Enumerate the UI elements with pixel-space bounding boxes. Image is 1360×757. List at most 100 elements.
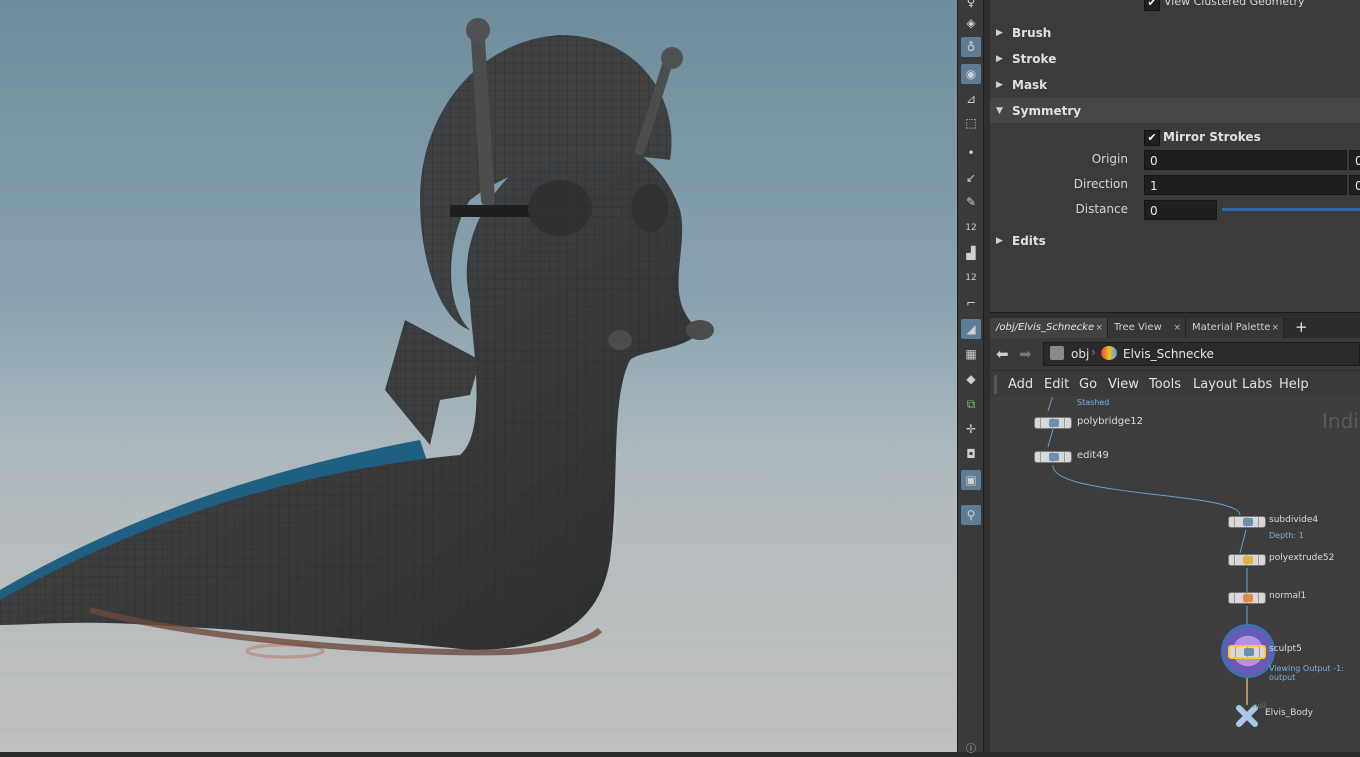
parameter-panel: ✔ View Clustered Geometry ▶ Brush ▶ Stroke… <box>990 0 1360 312</box>
folder-edits[interactable]: ▶ Edits <box>990 228 1360 253</box>
folder-brush[interactable]: ▶ Brush <box>990 20 1360 45</box>
menu-labs[interactable]: Labs <box>1242 377 1272 392</box>
path-obj[interactable]: obj <box>1071 347 1089 361</box>
distance-field[interactable]: 0 <box>1144 200 1217 220</box>
forward-arrow-icon[interactable]: ➡ <box>1019 345 1032 363</box>
path-current[interactable]: Elvis_Schnecke <box>1123 347 1214 361</box>
sculpt-tool-icon[interactable]: ◢ <box>961 319 981 339</box>
layers-icon[interactable]: ◆ <box>961 369 981 389</box>
network-menu-bar: Add Edit Go View Tools Layout Labs Help <box>990 370 1360 398</box>
checker-icon[interactable]: ▦ <box>961 344 981 364</box>
distance-label: Distance <box>1075 202 1128 216</box>
collapse-icon: ▼ <box>996 105 1003 116</box>
menu-edit[interactable]: Edit <box>1044 377 1069 392</box>
pane-tabs: /obj/Elvis_Schnecke × Tree View × Material… <box>990 318 1360 338</box>
paint-icon[interactable]: ▟ <box>961 243 981 263</box>
camera-icon[interactable]: ◉ <box>961 64 981 84</box>
bulb-icon[interactable]: ♁ <box>961 37 981 57</box>
tab-material-palette[interactable]: Material Palette × <box>1186 318 1284 338</box>
node-icon <box>1049 419 1059 427</box>
node-label: sculpt5 <box>1269 644 1302 654</box>
view-tool-icon[interactable]: ⊿ <box>961 89 981 109</box>
node-sculpt[interactable] <box>1228 645 1266 659</box>
node-label: subdivide4 <box>1269 515 1319 525</box>
node-normal[interactable] <box>1228 592 1266 604</box>
stop-icon[interactable]: ◘ <box>961 444 981 464</box>
origin-x-field[interactable]: 0 <box>1144 150 1347 170</box>
number-tool-2-icon[interactable]: 12 <box>961 268 981 288</box>
node-subdivide[interactable] <box>1228 516 1266 528</box>
number-label-2: 12 <box>965 273 977 283</box>
number-label: 12 <box>965 223 977 233</box>
tab-label: Tree View <box>1114 322 1162 333</box>
menu-add[interactable]: Add <box>1008 377 1033 392</box>
info-icon[interactable]: ⓘ <box>961 737 981 757</box>
number-tool-icon[interactable]: 12 <box>961 218 981 238</box>
path-field[interactable]: obj › Elvis_Schnecke <box>1043 342 1360 366</box>
stashed-label: Stashed <box>1077 398 1110 407</box>
origin-label: Origin <box>1091 152 1128 166</box>
expand-icon: ▶ <box>996 27 1003 38</box>
folder-label: Edits <box>1012 233 1046 248</box>
curve-icon[interactable]: ⌐ <box>961 293 981 313</box>
tab-label: /obj/Elvis_Schnecke <box>996 322 1095 333</box>
3d-viewport[interactable] <box>0 0 957 752</box>
path-bar: ⬅ ➡ obj › Elvis_Schnecke <box>990 338 1360 370</box>
folder-label: Symmetry <box>1012 103 1082 118</box>
menu-view[interactable]: View <box>1108 377 1139 392</box>
node-comment: Depth: 1 <box>1269 531 1304 540</box>
distance-slider[interactable] <box>1222 208 1360 211</box>
folder-stroke[interactable]: ▶ Stroke <box>990 46 1360 71</box>
direction-label: Direction <box>1073 177 1128 191</box>
node-edit[interactable] <box>1034 451 1072 463</box>
select-tool-icon[interactable]: ⬚ <box>961 113 981 133</box>
view-clustered-label: View Clustered Geometry <box>1164 0 1305 8</box>
menu-grip <box>994 375 997 394</box>
pen-icon[interactable]: ✎ <box>961 192 981 212</box>
pin-icon[interactable]: ⚲ <box>961 505 981 525</box>
separator-icon: › <box>1091 345 1096 359</box>
close-icon[interactable]: × <box>1095 318 1103 338</box>
node-polybridge[interactable] <box>1034 417 1072 429</box>
expand-icon: ▶ <box>996 235 1003 246</box>
point-icon[interactable]: • <box>961 143 981 163</box>
direction-x-field[interactable]: 1 <box>1144 175 1347 195</box>
tab-network[interactable]: /obj/Elvis_Schnecke × <box>990 318 1108 338</box>
node-label: polyextrude52 <box>1269 553 1335 563</box>
folder-label: Stroke <box>1012 51 1057 66</box>
obj-icon <box>1050 346 1064 360</box>
view-clustered-checkbox[interactable]: ✔ <box>1144 0 1160 11</box>
network-editor[interactable]: Indi Stashed polybridge12 edit49 subdivi… <box>990 397 1360 752</box>
tab-tree-view[interactable]: Tree View × <box>1108 318 1186 338</box>
direction-y-field[interactable]: 0 <box>1349 175 1360 195</box>
image-icon[interactable]: ▣ <box>961 470 981 490</box>
light-icon[interactable]: ♀ <box>961 0 981 12</box>
back-arrow-icon[interactable]: ⬅ <box>996 345 1009 363</box>
handle-icon[interactable]: ◈ <box>961 13 981 33</box>
menu-tools[interactable]: Tools <box>1149 377 1181 392</box>
node-icon <box>1244 648 1254 656</box>
menu-go[interactable]: Go <box>1079 377 1097 392</box>
close-icon[interactable]: × <box>1173 318 1181 338</box>
node-label: Elvis_Body <box>1265 708 1313 718</box>
brush-small-icon[interactable]: ↙ <box>961 168 981 188</box>
uv-icon[interactable]: ⧉ <box>961 394 981 414</box>
folder-symmetry[interactable]: ▼ Symmetry <box>990 98 1360 123</box>
tool-shelf: ♀ ◈ ♁ ◉ ⊿ ⬚ • ↙ ✎ 12 ▟ 12 ⌐ ◢ ▦ ◆ ⧉ ✛ ◘ … <box>957 0 985 755</box>
close-icon[interactable]: × <box>1271 318 1279 338</box>
node-polyextrude[interactable] <box>1228 554 1266 566</box>
node-icon <box>1243 594 1253 602</box>
add-tab-button[interactable]: + <box>1295 318 1308 336</box>
expand-icon: ▶ <box>996 79 1003 90</box>
menu-help[interactable]: Help <box>1279 377 1309 392</box>
snail-model <box>0 18 714 659</box>
menu-layout[interactable]: Layout <box>1193 377 1237 392</box>
tab-label: Material Palette <box>1192 322 1271 333</box>
node-type-label: null <box>1253 702 1266 710</box>
origin-y-field[interactable]: 0 <box>1349 150 1360 170</box>
folder-label: Brush <box>1012 25 1052 40</box>
node-icon <box>1049 453 1059 461</box>
folder-mask[interactable]: ▶ Mask <box>990 72 1360 97</box>
mirror-strokes-checkbox[interactable]: ✔ <box>1144 130 1160 146</box>
transform-icon[interactable]: ✛ <box>961 419 981 439</box>
